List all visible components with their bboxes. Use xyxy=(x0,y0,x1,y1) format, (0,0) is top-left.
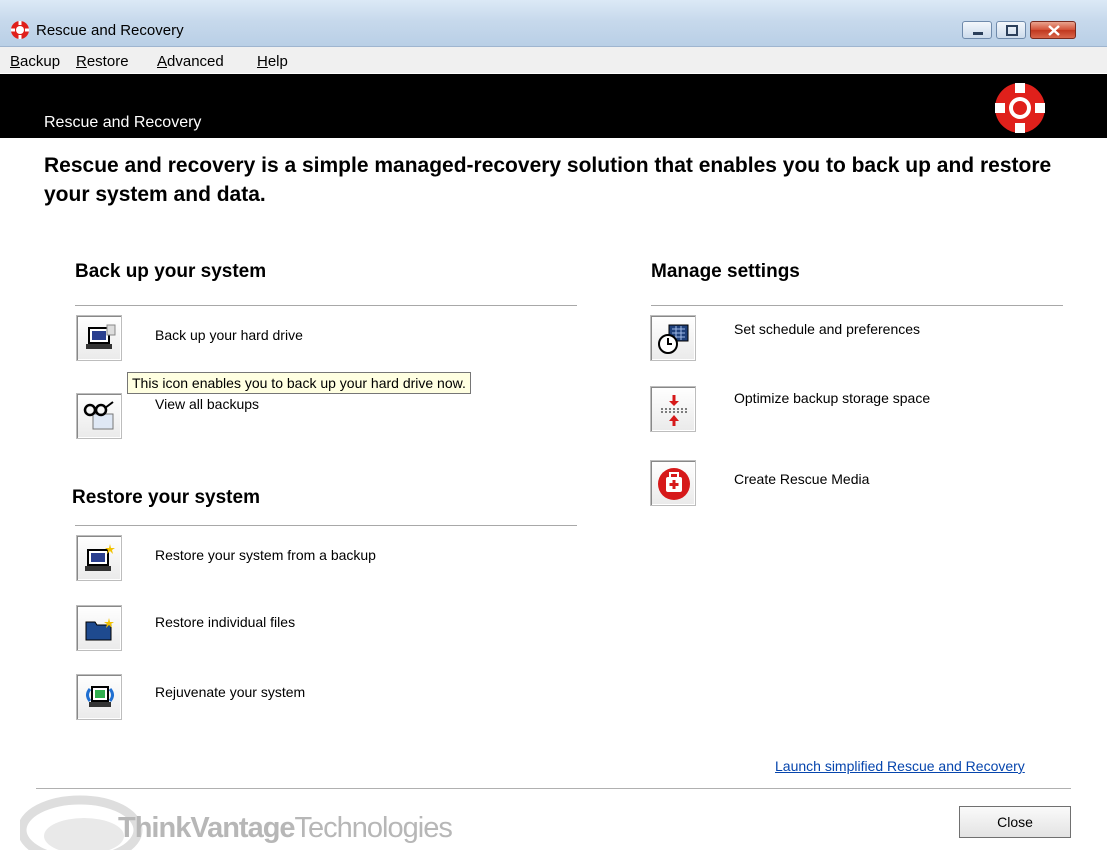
restore-system-button[interactable] xyxy=(76,535,122,581)
menu-backup[interactable]: Backup xyxy=(10,53,60,70)
rescue-media-button[interactable] xyxy=(650,460,696,506)
item-label-view-backups[interactable]: View all backups xyxy=(155,396,259,412)
folder-restore-icon xyxy=(85,618,114,641)
rescue-logo-icon xyxy=(995,83,1045,133)
tooltip: This icon enables you to back up your ha… xyxy=(127,372,471,394)
rescue-media-icon xyxy=(658,468,690,500)
item-label-rescue-media[interactable]: Create Rescue Media xyxy=(734,471,869,487)
laptop-backup-icon xyxy=(86,324,116,349)
optimize-storage-icon xyxy=(661,395,687,426)
minimize-button[interactable] xyxy=(962,21,992,39)
maximize-button[interactable] xyxy=(996,21,1026,39)
menu-bar: Backup Restore Advanced Help xyxy=(0,47,1107,73)
close-icon xyxy=(1048,25,1060,36)
menu-advanced[interactable]: Advanced xyxy=(157,53,224,70)
item-label-restore-files[interactable]: Restore individual files xyxy=(155,614,295,630)
laptop-restore-icon xyxy=(85,544,115,571)
title-bar[interactable]: Rescue and Recovery xyxy=(0,0,1107,47)
section-title-manage: Manage settings xyxy=(651,261,800,282)
optimize-storage-button[interactable] xyxy=(650,386,696,432)
close-button[interactable]: Close xyxy=(959,806,1071,838)
item-label-optimize-storage[interactable]: Optimize backup storage space xyxy=(734,390,930,406)
item-label-rejuvenate[interactable]: Rejuvenate your system xyxy=(155,684,305,700)
section-divider xyxy=(651,305,1063,306)
section-title-restore: Restore your system xyxy=(72,487,260,508)
menu-restore[interactable]: Restore xyxy=(76,53,129,70)
rejuvenate-button[interactable] xyxy=(76,674,122,720)
item-label-restore-system[interactable]: Restore your system from a backup xyxy=(155,547,376,563)
close-window-button[interactable] xyxy=(1030,21,1076,39)
minimize-icon xyxy=(973,32,983,35)
schedule-button[interactable] xyxy=(650,315,696,361)
backup-hard-drive-button[interactable] xyxy=(76,315,122,361)
launch-simplified-link[interactable]: Launch simplified Rescue and Recovery xyxy=(775,758,1025,774)
glasses-icon xyxy=(83,401,114,430)
menu-help[interactable]: Help xyxy=(257,53,288,70)
rejuvenate-icon xyxy=(86,686,114,707)
lifebuoy-icon xyxy=(11,21,29,39)
app-window: Rescue and Recovery Backup Restore Advan… xyxy=(0,0,1107,850)
section-divider xyxy=(75,305,577,306)
header-banner: Rescue and Recovery xyxy=(0,74,1107,138)
page-headline: Rescue and recovery is a simple managed-… xyxy=(44,154,1052,206)
item-label-schedule[interactable]: Set schedule and preferences xyxy=(734,321,920,337)
restore-files-button[interactable] xyxy=(76,605,122,651)
section-title-backup: Back up your system xyxy=(75,261,267,282)
window-title: Rescue and Recovery xyxy=(36,22,184,39)
item-label-backup-hard-drive[interactable]: Back up your hard drive xyxy=(155,327,303,343)
maximize-icon xyxy=(1006,25,1018,36)
banner-title: Rescue and Recovery xyxy=(44,114,202,131)
section-divider xyxy=(75,525,577,526)
brand-logo: ThinkVantageTechnologies xyxy=(118,812,453,844)
view-backups-button[interactable] xyxy=(76,393,122,439)
schedule-icon xyxy=(658,324,689,354)
